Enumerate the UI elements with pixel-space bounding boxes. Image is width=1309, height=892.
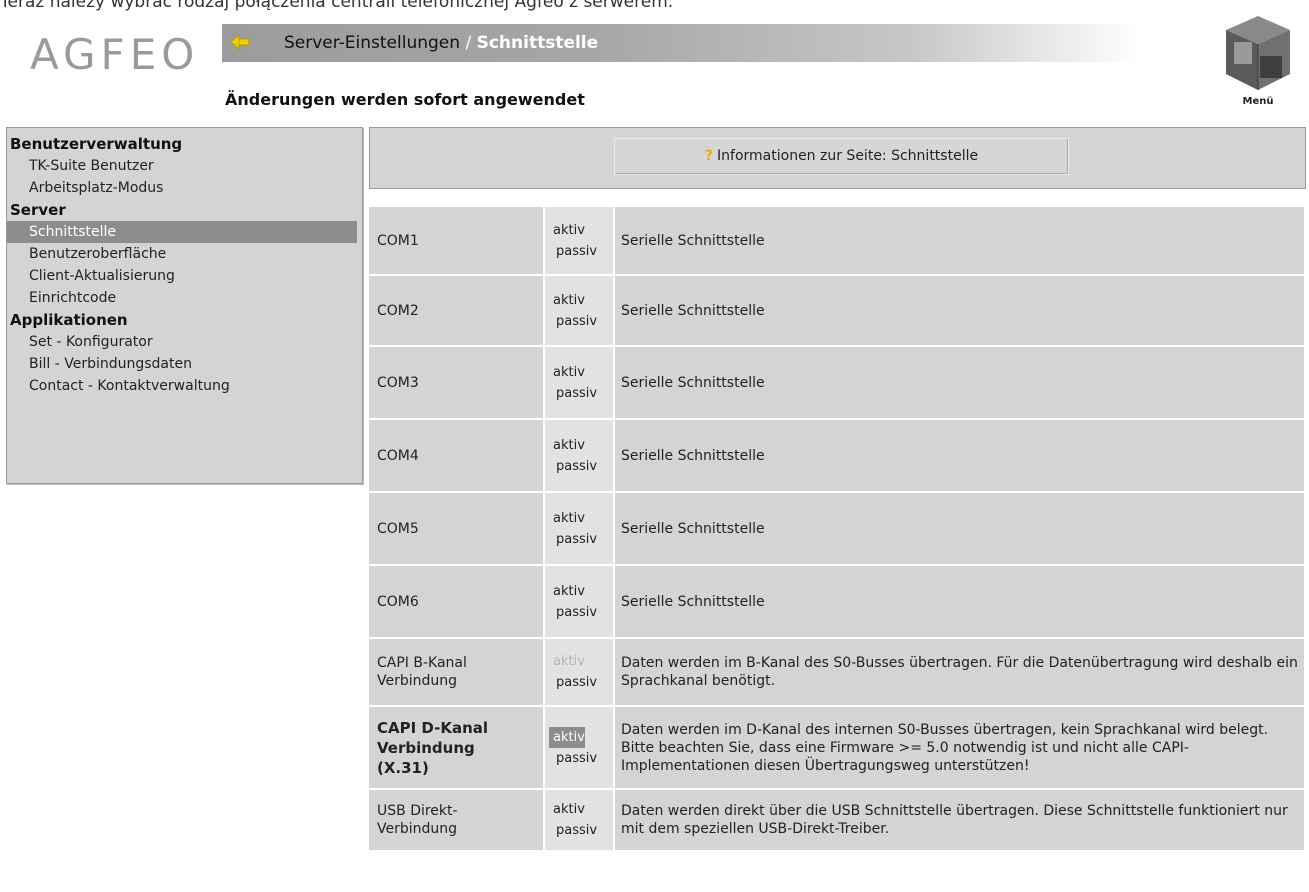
interface-description: Daten werden im B-Kanal des S0-Busses üb…	[615, 639, 1304, 705]
table-row: USB Direkt-Verbindung aktiv passiv Daten…	[369, 790, 1304, 850]
breadcrumb-parent[interactable]: Server-Einstellungen	[284, 33, 460, 53]
table-row: CAPI D-Kanal Verbindung (X.31) aktiv pas…	[369, 707, 1304, 788]
nav-group-server: Server	[10, 201, 66, 219]
interface-description: Daten werden direkt über die USB Schnitt…	[615, 790, 1304, 850]
table-row: COM5 aktiv passiv Serielle Schnittstelle	[369, 493, 1304, 564]
passiv-option[interactable]: passiv	[553, 529, 613, 550]
sidebar-item-set-konfigurator[interactable]: Set - Konfigurator	[7, 331, 362, 353]
sidebar-item-tk-suite-benutzer[interactable]: TK-Suite Benutzer	[7, 155, 362, 177]
interface-name: COM2	[369, 276, 543, 345]
table-row: COM3 aktiv passiv Serielle Schnittstelle	[369, 347, 1304, 418]
interface-name: COM6	[369, 566, 543, 637]
table-row: COM4 aktiv passiv Serielle Schnittstelle	[369, 420, 1304, 491]
sidebar-item-arbeitsplatz-modus[interactable]: Arbeitsplatz-Modus	[7, 177, 362, 199]
interface-description: Serielle Schnittstelle	[615, 207, 1304, 274]
interface-name: COM5	[369, 493, 543, 564]
aktiv-option[interactable]: aktiv	[553, 435, 613, 456]
breadcrumb-current: Schnittstelle	[476, 33, 599, 53]
passiv-option[interactable]: passiv	[553, 241, 613, 262]
aktiv-option[interactable]: aktiv	[553, 290, 613, 311]
passiv-option[interactable]: passiv	[553, 748, 613, 769]
interface-description: Serielle Schnittstelle	[615, 493, 1304, 564]
page-info-button[interactable]: ? Informationen zur Seite: Schnittstelle	[614, 138, 1069, 175]
state-selector: aktiv passiv	[545, 207, 613, 274]
interface-name: CAPI B-Kanal Verbindung	[369, 639, 543, 705]
interface-description: Serielle Schnittstelle	[615, 566, 1304, 637]
interface-name: CAPI D-Kanal Verbindung (X.31)	[369, 707, 543, 788]
interface-name: USB Direkt-Verbindung	[369, 790, 543, 850]
aktiv-option[interactable]: aktiv	[553, 799, 613, 820]
interface-description: Serielle Schnittstelle	[615, 347, 1304, 418]
aktiv-option[interactable]: aktiv	[553, 581, 613, 602]
passiv-option[interactable]: passiv	[553, 383, 613, 404]
aktiv-option[interactable]: aktiv	[553, 362, 613, 383]
interface-description: Daten werden im D-Kanal des internen S0-…	[615, 707, 1304, 788]
passiv-option[interactable]: passiv	[553, 820, 613, 841]
help-question-icon: ?	[704, 148, 714, 164]
table-row: COM1 aktiv passiv Serielle Schnittstelle	[369, 207, 1304, 274]
state-selector: aktiv passiv	[545, 276, 613, 345]
nav-group-applikationen: Applikationen	[10, 311, 128, 329]
state-selector: aktiv passiv	[545, 707, 613, 788]
interface-name: COM4	[369, 420, 543, 491]
info-panel: ? Informationen zur Seite: Schnittstelle	[369, 127, 1306, 189]
interface-name: COM1	[369, 207, 543, 274]
back-arrow-icon[interactable]	[230, 32, 250, 52]
interface-name: COM3	[369, 347, 543, 418]
sidebar-item-bill-verbindungsdaten[interactable]: Bill - Verbindungsdaten	[7, 353, 362, 375]
title-bar: Server-Einstellungen / Schnittstelle	[222, 24, 1142, 62]
table-row: COM2 aktiv passiv Serielle Schnittstelle	[369, 276, 1304, 345]
table-row: COM6 aktiv passiv Serielle Schnittstelle	[369, 566, 1304, 637]
aktiv-option-selected[interactable]: aktiv	[549, 726, 585, 748]
page-subtitle: Änderungen werden sofort angewendet	[225, 90, 585, 109]
menu-cube-icon	[1226, 16, 1290, 90]
interface-table: COM1 aktiv passiv Serielle Schnittstelle…	[367, 205, 1306, 852]
nav-group-benutzerverwaltung: Benutzerverwaltung	[10, 135, 183, 153]
app-header: AGFEO Server-Einstellungen / Schnittstel…	[0, 8, 1309, 122]
page-info-label: Informationen zur Seite: Schnittstelle	[717, 148, 979, 164]
interface-description: Serielle Schnittstelle	[615, 276, 1304, 345]
state-selector: aktiv passiv	[545, 566, 613, 637]
sidebar-item-client-aktualisierung[interactable]: Client-Aktualisierung	[7, 265, 362, 287]
agfeo-logo: AGFEO	[30, 30, 200, 79]
state-selector: aktiv passiv	[545, 347, 613, 418]
main-content: ? Informationen zur Seite: Schnittstelle …	[369, 127, 1306, 852]
state-selector: aktiv passiv	[545, 790, 613, 850]
state-selector: aktiv passiv	[545, 420, 613, 491]
passiv-option[interactable]: passiv	[553, 456, 613, 477]
passiv-option[interactable]: passiv	[553, 311, 613, 332]
sidebar-item-contact-kontaktverwaltung[interactable]: Contact - Kontaktverwaltung	[7, 375, 362, 397]
breadcrumb-separator: /	[465, 33, 472, 53]
state-selector: aktiv passiv	[545, 493, 613, 564]
sidebar-item-schnittstelle[interactable]: Schnittstelle	[7, 221, 357, 243]
aktiv-option[interactable]: aktiv	[553, 220, 613, 241]
state-selector: aktiv passiv	[545, 639, 613, 705]
menu-button[interactable]: Menü	[1220, 12, 1296, 108]
sidebar-item-einrichtcode[interactable]: Einrichtcode	[7, 287, 362, 309]
aktiv-option-disabled: aktiv	[553, 654, 585, 669]
table-row: CAPI B-Kanal Verbindung aktiv passiv Dat…	[369, 639, 1304, 705]
passiv-option[interactable]: passiv	[553, 602, 613, 623]
aktiv-option[interactable]: aktiv	[553, 508, 613, 529]
sidebar-item-benutzeroberflaeche[interactable]: Benutzeroberfläche	[7, 243, 362, 265]
menu-label: Menü	[1242, 96, 1274, 107]
breadcrumb: Server-Einstellungen / Schnittstelle	[284, 33, 598, 53]
interface-description: Serielle Schnittstelle	[615, 420, 1304, 491]
sidebar-nav: Benutzerverwaltung TK-Suite Benutzer Arb…	[6, 127, 363, 484]
passiv-option[interactable]: passiv	[553, 672, 613, 693]
